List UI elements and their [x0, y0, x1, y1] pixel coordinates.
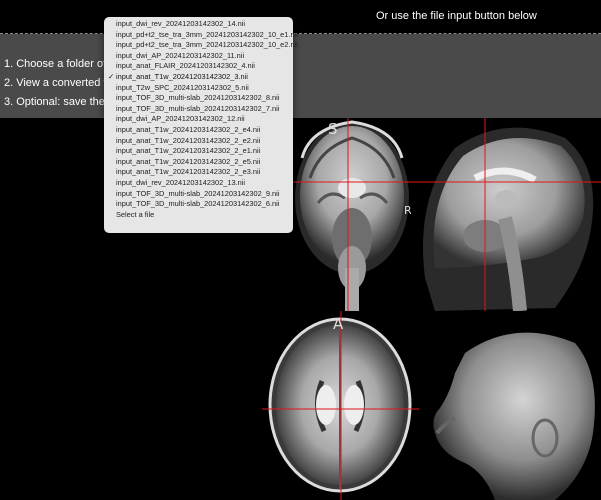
file-option[interactable]: input_TOF_3D_multi-slab_20241203142302_6… — [104, 199, 293, 210]
file-option-label: input_anat_FLAIR_20241203142302_4.nii — [116, 61, 255, 71]
file-option[interactable]: input_pd+t2_tse_tra_3mm_20241203142302_1… — [104, 40, 298, 51]
file-option[interactable]: input_anat_T1w_20241203142302_2_e1.nii — [104, 146, 293, 157]
file-option-label: input_pd+t2_tse_tra_3mm_20241203142302_1… — [116, 40, 298, 50]
file-option[interactable]: input_TOF_3D_multi-slab_20241203142302_9… — [104, 189, 293, 200]
render-3d-view[interactable] — [425, 323, 601, 500]
axial-view[interactable]: A — [262, 311, 419, 500]
file-option-label: input_anat_T1w_20241203142302_2_e4.nii — [116, 124, 261, 134]
file-option-label: input_anat_T1w_20241203142302_2_e5.nii — [116, 156, 261, 166]
file-option[interactable]: Select a file — [104, 210, 293, 221]
file-option-label: input_dwi_AP_20241203142302_11.nii — [116, 50, 245, 60]
file-option-label: input_TOF_3D_multi-slab_20241203142302_8… — [116, 93, 280, 103]
file-option[interactable]: input_dwi_AP_20241203142302_12.nii — [104, 114, 293, 125]
file-select-dropdown[interactable]: input_dwi_rev_20241203142302_14.nii input… — [104, 17, 298, 233]
file-option-label: Select a file — [116, 209, 155, 219]
sagittal-brain-image — [415, 118, 601, 311]
file-option[interactable]: input_dwi_rev_20241203142302_13.nii — [104, 178, 293, 189]
file-option-label: input_anat_T1w_20241203142302_2_e1.nii — [116, 146, 261, 156]
niivue-canvas[interactable]: S R A — [0, 118, 601, 500]
steps-panel: 1. Choose a folder of DICOM 2. View a co… — [0, 34, 601, 118]
file-option-label: input_TOF_3D_multi-slab_20241203142302_7… — [116, 103, 280, 113]
file-option-label: input_pd+t2_tse_tra_3mm_20241203142302_1… — [116, 29, 298, 39]
sagittal-view[interactable] — [415, 118, 601, 311]
file-option-label: input_anat_T1w_20241203142302_2_e3.nii — [116, 167, 261, 177]
file-option[interactable]: input_anat_T1w_20241203142302_2_e3.nii — [104, 167, 293, 178]
coronal-superior-label: S — [328, 120, 338, 138]
file-option[interactable]: input_pd+t2_tse_tra_3mm_20241203142302_1… — [104, 30, 298, 41]
file-option[interactable]: input_dwi_AP_20241203142302_11.nii — [104, 51, 293, 62]
file-option[interactable]: input_T2w_SPC_20241203142302_5.nii — [104, 83, 293, 94]
file-option-label: input_anat_T1w_20241203142302_2_e2.nii — [116, 135, 261, 145]
file-option[interactable]: input_anat_T1w_20241203142302_2_e2.nii — [104, 136, 293, 147]
file-option-label: input_dwi_rev_20241203142302_14.nii — [116, 19, 246, 28]
step-view-file: 2. View a converted file — [4, 77, 118, 89]
file-option-label: input_TOF_3D_multi-slab_20241203142302_9… — [116, 188, 280, 198]
coronal-brain-image — [290, 118, 415, 311]
file-option[interactable]: input_anat_FLAIR_20241203142302_4.nii — [104, 61, 293, 72]
file-option[interactable]: input_TOF_3D_multi-slab_20241203142302_8… — [104, 93, 293, 104]
file-option[interactable]: input_anat_T1w_20241203142302_2_e4.nii — [104, 125, 293, 136]
file-option-label: input_anat_T1w_20241203142302_3.nii — [116, 71, 248, 81]
file-option[interactable]: input_dwi_rev_20241203142302_14.nii — [104, 19, 293, 30]
file-option-label: input_dwi_rev_20241203142302_13.nii — [116, 177, 246, 187]
checkmark-icon: ✓ — [108, 71, 115, 81]
file-option[interactable]: ✓ input_anat_T1w_20241203142302_3.nii — [104, 72, 293, 83]
file-input-hint: Or use the file input button below — [376, 10, 537, 22]
head-3d-render-image — [433, 332, 595, 500]
coronal-right-label: R — [404, 204, 412, 217]
file-option[interactable]: input_anat_T1w_20241203142302_2_e5.nii — [104, 157, 293, 168]
file-option-label: input_T2w_SPC_20241203142302_5.nii — [116, 82, 249, 92]
coronal-view[interactable]: S R — [290, 118, 415, 311]
file-option[interactable]: input_TOF_3D_multi-slab_20241203142302_7… — [104, 104, 293, 115]
file-option-label: input_TOF_3D_multi-slab_20241203142302_6… — [116, 199, 280, 209]
axial-anterior-label: A — [333, 315, 344, 333]
file-option-label: input_dwi_AP_20241203142302_12.nii — [116, 114, 245, 124]
axial-brain-image — [262, 311, 419, 500]
